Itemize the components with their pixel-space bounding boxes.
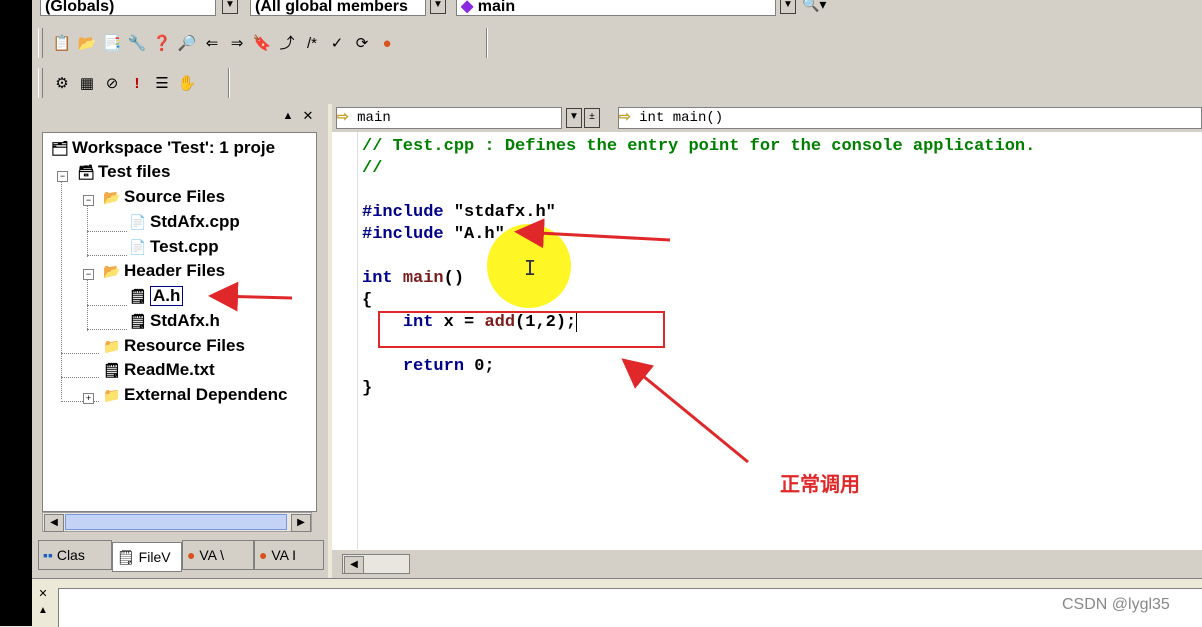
arrow-to-call xyxy=(621,358,749,464)
annotation-arrows xyxy=(208,218,749,464)
annotation-label: 正常调用 xyxy=(780,472,860,496)
arrow-to-a-h xyxy=(208,281,293,312)
arrow-to-include xyxy=(514,218,671,249)
watermark: CSDN @lygl35 xyxy=(1062,596,1170,613)
